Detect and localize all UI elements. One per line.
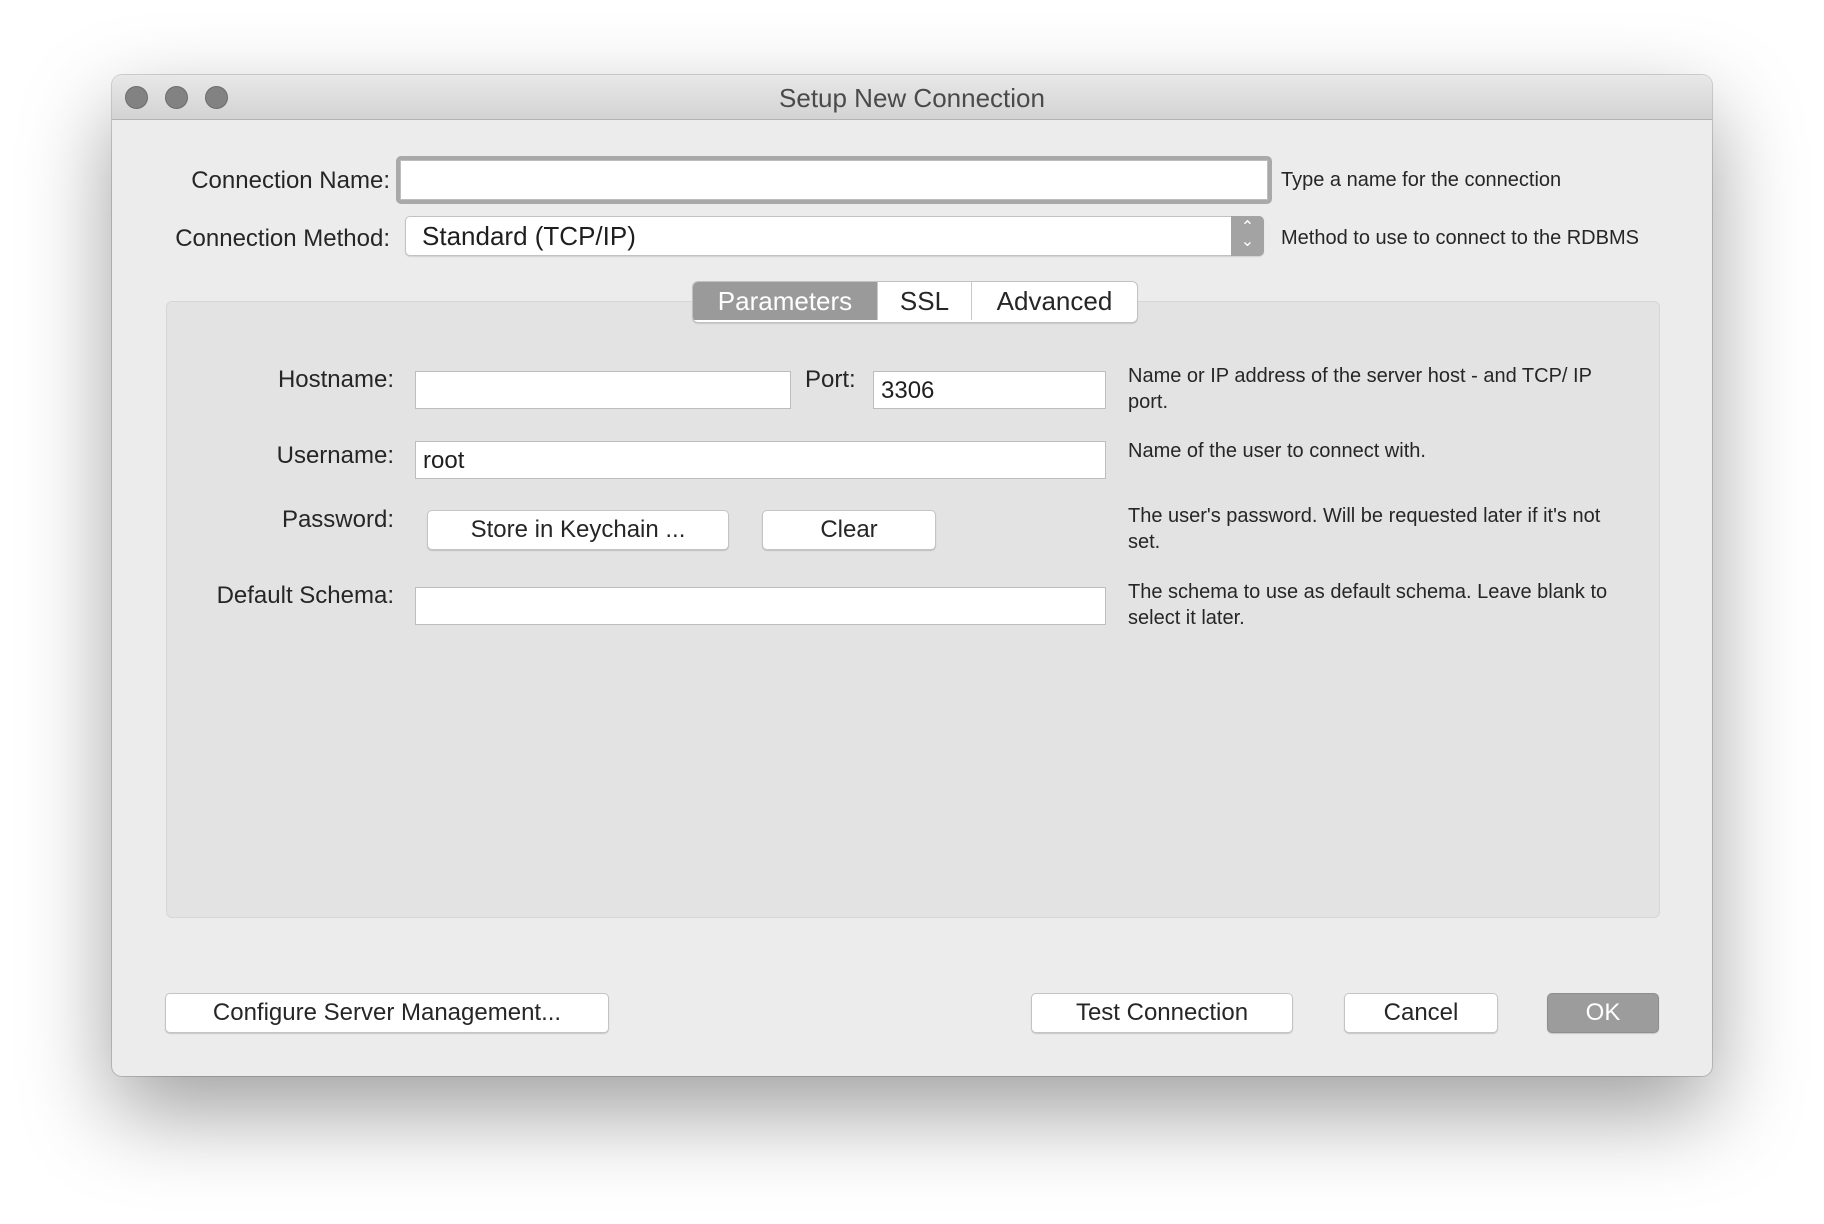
- tab-bar: Parameters SSL Advanced: [692, 281, 1138, 323]
- ok-button[interactable]: OK: [1547, 993, 1659, 1033]
- username-label: Username:: [276, 442, 394, 469]
- connection-name-label: Connection Name:: [191, 167, 390, 194]
- port-label: Port:: [805, 366, 856, 393]
- connection-name-input[interactable]: [400, 160, 1268, 200]
- window-title: Setup New Connection: [779, 83, 1045, 113]
- hostname-label: Hostname:: [277, 366, 394, 393]
- connection-method-value: Standard (TCP/IP): [422, 221, 636, 251]
- test-connection-button[interactable]: Test Connection: [1031, 993, 1293, 1033]
- store-in-keychain-button[interactable]: Store in Keychain ...: [427, 510, 729, 550]
- connection-method-label: Connection Method:: [175, 225, 390, 252]
- password-hint: The user's password. Will be requested l…: [1128, 505, 1601, 553]
- tab-parameters[interactable]: Parameters: [693, 282, 877, 320]
- desktop-background: Setup New Connection Connection Name: Ty…: [0, 0, 1824, 1224]
- username-hint: Name of the user to connect with.: [1128, 440, 1426, 462]
- password-label: Password:: [281, 506, 394, 533]
- chevron-up-down-icon: ⌃ ⌄: [1231, 216, 1264, 256]
- hostname-input[interactable]: [415, 371, 791, 409]
- default-schema-input[interactable]: [415, 587, 1106, 625]
- port-input[interactable]: 3306: [873, 371, 1106, 409]
- connection-name-hint: Type a name for the connection: [1281, 169, 1562, 191]
- hostname-hint: Name or IP address of the server host - …: [1128, 365, 1592, 413]
- tab-advanced[interactable]: Advanced: [971, 282, 1137, 320]
- title-bar[interactable]: Setup New Connection: [112, 75, 1712, 120]
- default-schema-hint: The schema to use as default schema. Lea…: [1128, 581, 1608, 629]
- default-schema-label: Default Schema:: [216, 582, 394, 609]
- connection-method-hint: Method to use to connect to the RDBMS: [1281, 227, 1639, 249]
- clear-password-button[interactable]: Clear: [762, 510, 936, 550]
- tab-ssl[interactable]: SSL: [877, 282, 971, 320]
- connection-method-select[interactable]: Standard (TCP/IP) ⌃ ⌄: [405, 216, 1264, 256]
- cancel-button[interactable]: Cancel: [1344, 993, 1498, 1033]
- dialog-window: Setup New Connection Connection Name: Ty…: [112, 75, 1712, 1076]
- configure-server-management-button[interactable]: Configure Server Management...: [165, 993, 609, 1033]
- username-input[interactable]: root: [415, 441, 1106, 479]
